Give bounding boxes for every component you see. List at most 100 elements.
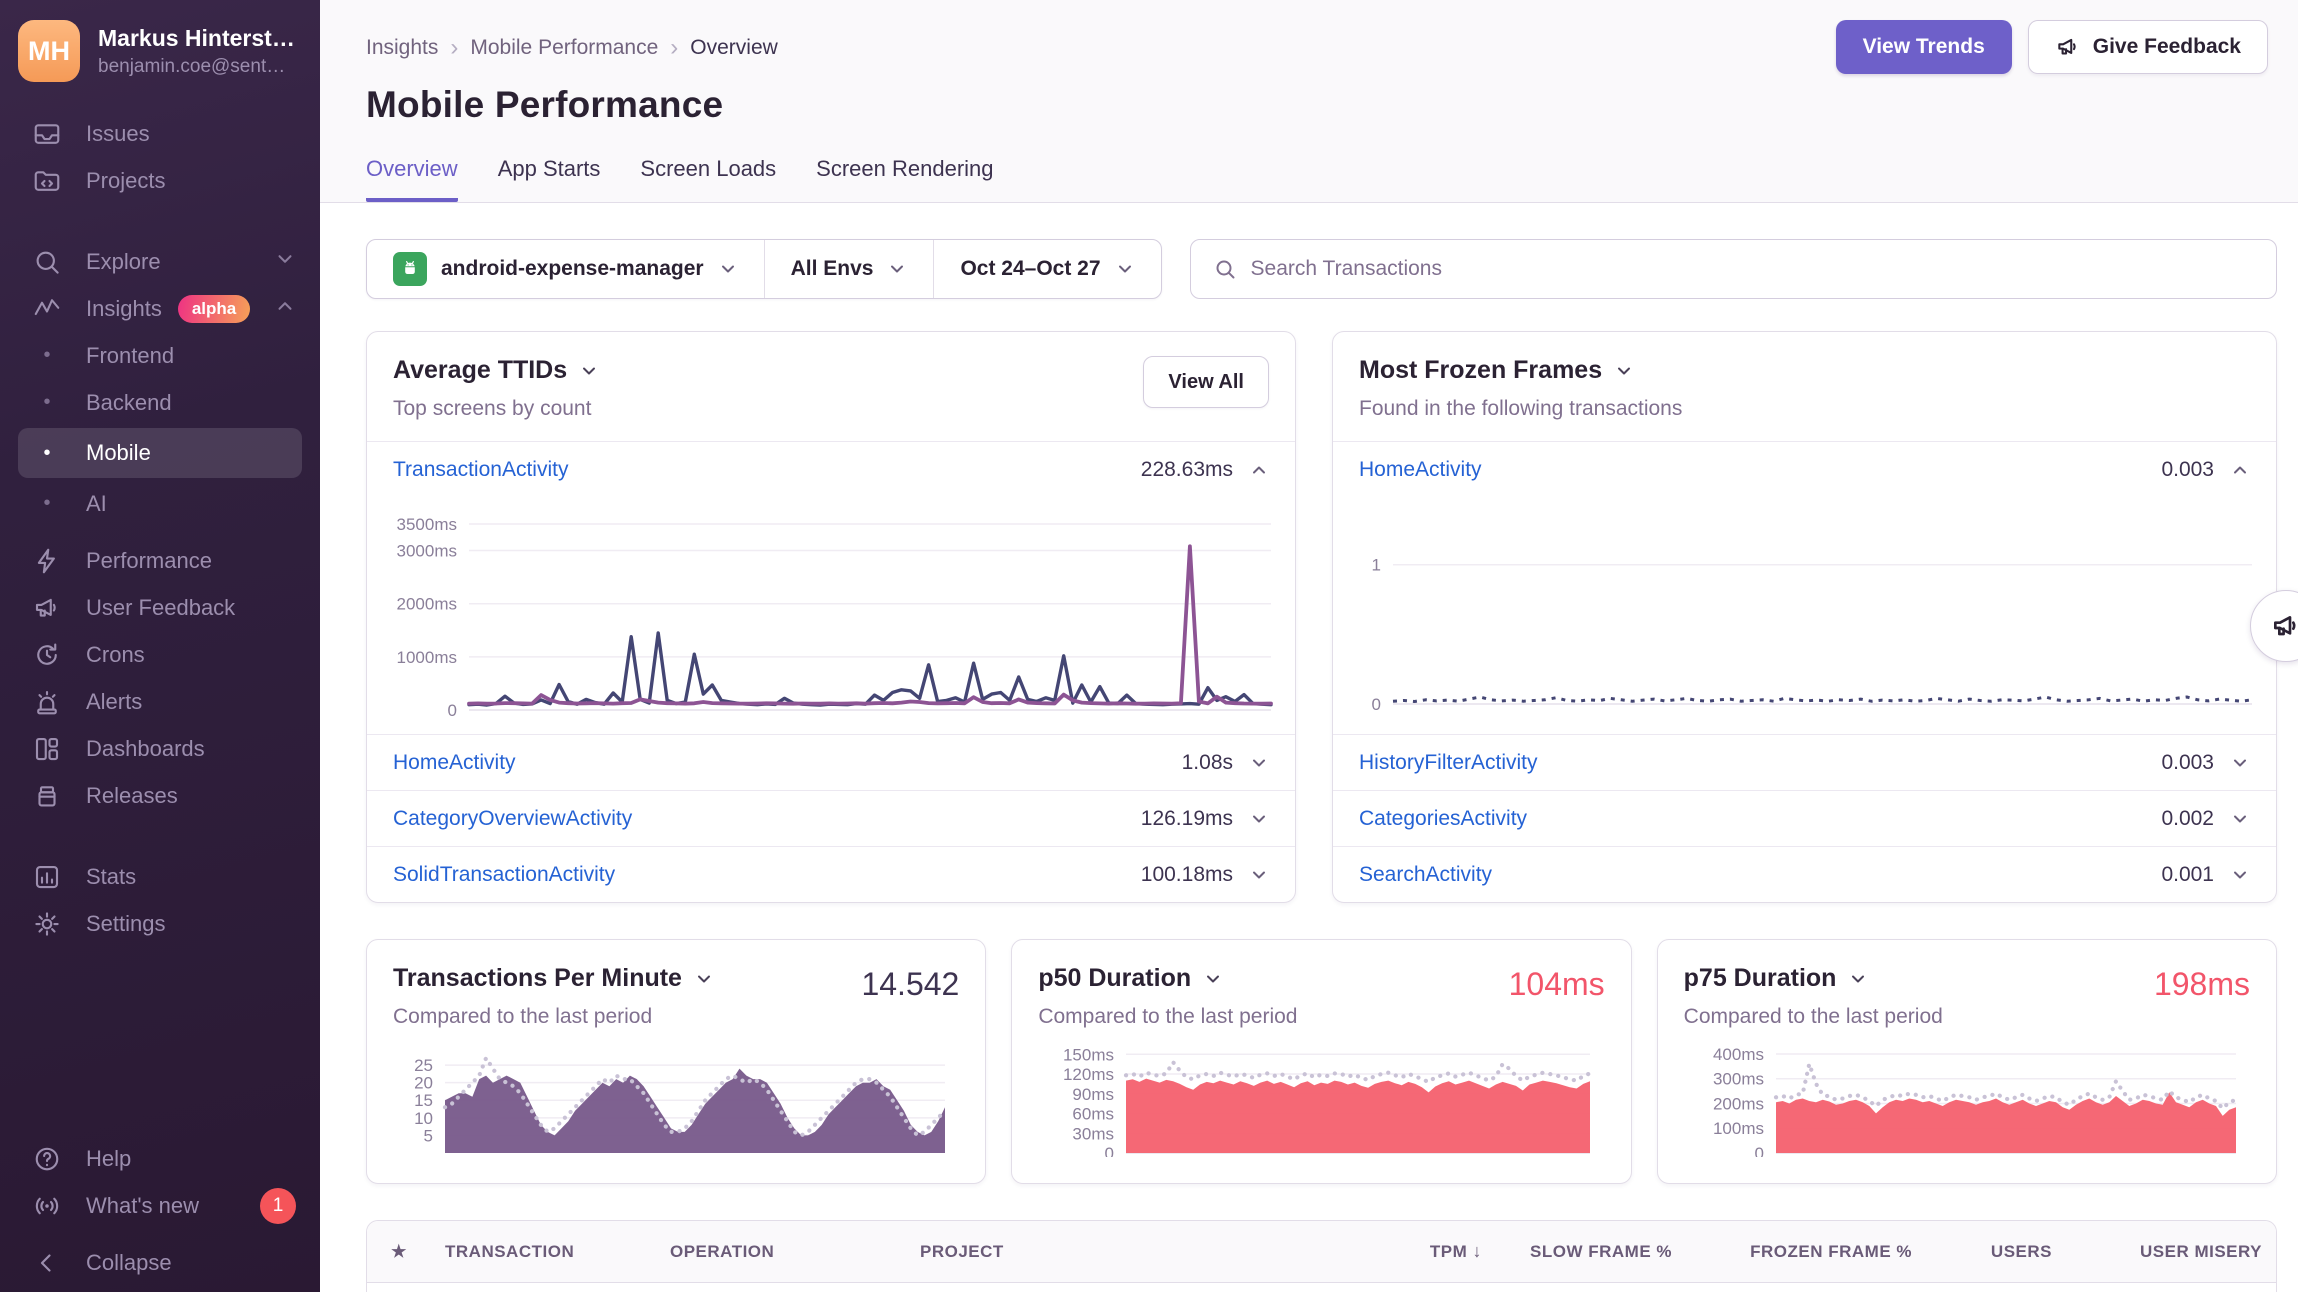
column-header-users[interactable]: USERS: [1926, 1242, 2066, 1262]
sidebar-item-releases[interactable]: Releases: [0, 772, 320, 819]
sidebar-item-explore[interactable]: Explore: [0, 238, 320, 285]
column-header-transaction[interactable]: TRANSACTION: [431, 1242, 656, 1262]
tab-screen-loads[interactable]: Screen Loads: [640, 156, 776, 202]
page-header: Insights › Mobile Performance › Overview…: [320, 0, 2298, 203]
transaction-row[interactable]: CategoryOverviewActivity 126.19ms: [367, 790, 1295, 846]
tab-app-starts[interactable]: App Starts: [498, 156, 601, 202]
avatar: MH: [18, 20, 80, 82]
svg-text:90ms: 90ms: [1073, 1085, 1115, 1104]
average-ttids-title-row[interactable]: Average TTIDs: [393, 356, 599, 385]
transaction-row[interactable]: CategoriesActivity 0.002: [1333, 790, 2276, 846]
transaction-link[interactable]: CategoryOverviewActivity: [393, 807, 632, 831]
sidebar-item-label: Frontend: [86, 343, 174, 369]
metric-title-row[interactable]: Transactions Per Minute: [393, 964, 714, 993]
transaction-link[interactable]: CategoriesActivity: [1359, 807, 1527, 831]
sidebar-item-projects[interactable]: Projects: [0, 157, 320, 204]
sidebar-item-performance[interactable]: Performance: [0, 537, 320, 584]
metric-subtitle: Compared to the last period: [1038, 1005, 1297, 1029]
transaction-row-expanded[interactable]: HomeActivity 0.003: [1333, 442, 2276, 498]
megaphone-icon: [2055, 34, 2081, 60]
main-area: Insights › Mobile Performance › Overview…: [320, 0, 2298, 1292]
sidebar-item-help[interactable]: Help: [0, 1135, 320, 1182]
lightning-icon: [32, 546, 62, 576]
sort-desc-icon: ↓: [1473, 1241, 1483, 1261]
transaction-row-expanded[interactable]: TransactionActivity 228.63ms: [367, 442, 1295, 498]
sidebar-item-label: Insights: [86, 296, 162, 322]
card-subtitle: Top screens by count: [393, 397, 599, 421]
metric-subtitle: Compared to the last period: [1684, 1005, 1943, 1029]
transaction-link[interactable]: TransactionActivity: [393, 458, 568, 482]
transaction-row[interactable]: SearchActivity 0.001: [1333, 846, 2276, 902]
search-icon: [32, 247, 62, 277]
svg-text:200ms: 200ms: [1713, 1094, 1764, 1113]
sidebar-item-insights[interactable]: Insights alpha: [0, 285, 320, 332]
transaction-link[interactable]: HistoryFilterActivity: [1359, 751, 1538, 775]
transaction-row[interactable]: HomeActivity 1.08s: [367, 734, 1295, 790]
breadcrumb-insights[interactable]: Insights: [366, 36, 438, 60]
sidebar-item-issues[interactable]: Issues: [0, 110, 320, 157]
transaction-link[interactable]: HomeActivity: [1359, 458, 1482, 482]
view-trends-button[interactable]: View Trends: [1836, 20, 2012, 74]
tab-bar: Overview App Starts Screen Loads Screen …: [366, 156, 2268, 202]
sidebar-item-backend[interactable]: • Backend: [0, 379, 320, 426]
user-menu[interactable]: MH Markus Hinterst… benjamin.coe@sent…: [0, 0, 320, 102]
breadcrumb-mobile-performance[interactable]: Mobile Performance: [470, 36, 658, 60]
alpha-badge: alpha: [178, 295, 250, 323]
chevron-down-icon: [1249, 753, 1269, 773]
dashboard-panels-icon: [32, 734, 62, 764]
sidebar-item-stats[interactable]: Stats: [0, 853, 320, 900]
project-filter[interactable]: android-expense-manager: [367, 240, 764, 298]
search-transactions-input[interactable]: [1251, 257, 2254, 281]
sidebar-item-mobile[interactable]: • Mobile: [18, 428, 302, 478]
svg-text:5: 5: [424, 1126, 433, 1145]
sidebar-item-settings[interactable]: Settings: [0, 900, 320, 947]
transaction-value: 100.18ms: [1141, 863, 1233, 887]
column-header-user-misery[interactable]: USER MISERY: [2066, 1242, 2276, 1262]
tab-overview[interactable]: Overview: [366, 156, 458, 202]
inbox-icon: [32, 119, 62, 149]
view-all-button[interactable]: View All: [1143, 356, 1269, 408]
sidebar-item-user-feedback[interactable]: User Feedback: [0, 584, 320, 631]
column-header-tpm[interactable]: TPM ↓: [1336, 1241, 1496, 1262]
sidebar-item-alerts[interactable]: Alerts: [0, 678, 320, 725]
column-header-project[interactable]: PROJECT: [906, 1242, 1336, 1262]
broadcast-icon: [32, 1191, 62, 1221]
chevron-down-icon: [579, 361, 599, 381]
svg-text:60ms: 60ms: [1073, 1105, 1115, 1124]
column-header-slow-frame[interactable]: SLOW FRAME %: [1496, 1242, 1686, 1262]
environment-filter[interactable]: All Envs: [764, 240, 934, 298]
sidebar-item-whats-new[interactable]: What's new 1: [0, 1182, 320, 1229]
tab-screen-rendering[interactable]: Screen Rendering: [816, 156, 993, 202]
table-header-row: ★ TRANSACTION OPERATION PROJECT TPM ↓ SL…: [367, 1221, 2276, 1283]
metric-title-row[interactable]: p75 Duration: [1684, 964, 1943, 993]
column-header-frozen-frame[interactable]: FROZEN FRAME %: [1686, 1242, 1926, 1262]
most-frozen-frames-title-row[interactable]: Most Frozen Frames: [1359, 356, 1682, 385]
metrics-row: Transactions Per Minute Compared to the …: [366, 939, 2277, 1184]
tpm-chart: 252015105: [399, 1045, 949, 1157]
average-ttids-card: Average TTIDs Top screens by count View …: [366, 331, 1296, 903]
sidebar-item-ai[interactable]: • AI: [0, 480, 320, 527]
megaphone-icon: [32, 593, 62, 623]
bar-chart-icon: [32, 862, 62, 892]
sidebar-item-crons[interactable]: Crons: [0, 631, 320, 678]
chevron-down-icon: [887, 259, 907, 279]
sidebar-item-frontend[interactable]: • Frontend: [0, 332, 320, 379]
sidebar-item-dashboards[interactable]: Dashboards: [0, 725, 320, 772]
give-feedback-button[interactable]: Give Feedback: [2028, 20, 2268, 74]
transaction-value: 228.63ms: [1141, 458, 1233, 482]
date-range-filter[interactable]: Oct 24–Oct 27: [933, 240, 1160, 298]
svg-text:400ms: 400ms: [1713, 1045, 1764, 1064]
sidebar-item-collapse[interactable]: Collapse: [0, 1239, 320, 1286]
sidebar-item-label: Stats: [86, 864, 136, 890]
sidebar-item-label: Help: [86, 1146, 131, 1172]
most-frozen-frames-card: Most Frozen Frames Found in the followin…: [1332, 331, 2277, 903]
sidebar: MH Markus Hinterst… benjamin.coe@sent… I…: [0, 0, 320, 1292]
transaction-row[interactable]: SolidTransactionActivity 100.18ms: [367, 846, 1295, 902]
transaction-row[interactable]: HistoryFilterActivity 0.003: [1333, 734, 2276, 790]
transaction-link[interactable]: SearchActivity: [1359, 863, 1492, 887]
column-header-operation[interactable]: OPERATION: [656, 1242, 906, 1262]
transaction-link[interactable]: SolidTransactionActivity: [393, 863, 615, 887]
chevron-down-icon: [1249, 865, 1269, 885]
metric-title-row[interactable]: p50 Duration: [1038, 964, 1297, 993]
transaction-link[interactable]: HomeActivity: [393, 751, 516, 775]
